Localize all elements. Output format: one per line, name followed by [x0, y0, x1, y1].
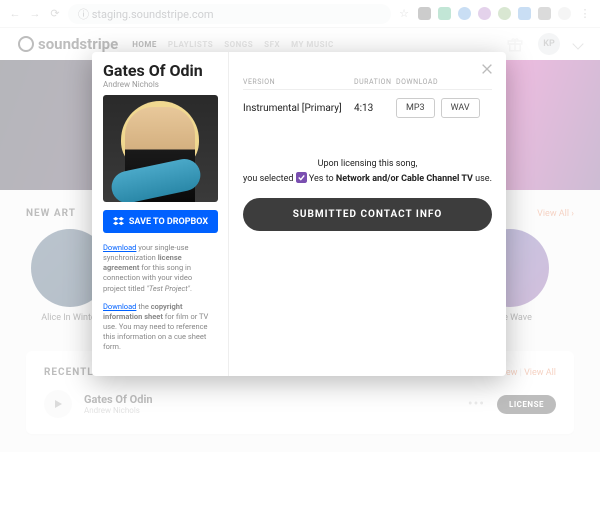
- save-dropbox-button[interactable]: SAVE TO DROPBOX: [103, 210, 218, 233]
- modal-author: Andrew Nichols: [103, 80, 217, 89]
- modal-left: Gates Of Odin Andrew Nichols SAVE TO DRO…: [92, 52, 229, 376]
- submitted-button[interactable]: SUBMITTED CONTACT INFO: [243, 198, 492, 231]
- version-value: Instrumental [Primary]: [243, 103, 354, 114]
- close-icon: [480, 62, 494, 76]
- check-icon: [296, 172, 307, 183]
- modal-title: Gates Of Odin: [103, 61, 217, 80]
- license-modal: Gates Of Odin Andrew Nichols SAVE TO DRO…: [92, 52, 506, 376]
- license-text-1: Download your single-use synchronization…: [103, 243, 217, 294]
- col-duration: DURATION: [354, 78, 396, 86]
- download-mp3-button[interactable]: MP3: [396, 98, 435, 118]
- download-license-link[interactable]: Download: [103, 243, 136, 252]
- licensing-notice: Upon licensing this song, you selected Y…: [243, 158, 492, 186]
- table-header: VERSION DURATION DOWNLOAD: [243, 78, 492, 90]
- close-button[interactable]: [478, 60, 496, 78]
- song-cover: [103, 95, 218, 202]
- dropbox-icon: [113, 216, 124, 227]
- dropbox-label: SAVE TO DROPBOX: [129, 217, 208, 227]
- col-download: DOWNLOAD: [396, 78, 492, 86]
- col-version: VERSION: [243, 78, 354, 86]
- download-copyright-link[interactable]: Download: [103, 302, 136, 311]
- license-text-2: Download the copyright information sheet…: [103, 302, 217, 353]
- table-row: Instrumental [Primary] 4:13 MP3 WAV: [243, 90, 492, 126]
- modal-right: VERSION DURATION DOWNLOAD Instrumental […: [229, 52, 506, 376]
- duration-value: 4:13: [354, 103, 396, 114]
- download-wav-button[interactable]: WAV: [441, 98, 480, 118]
